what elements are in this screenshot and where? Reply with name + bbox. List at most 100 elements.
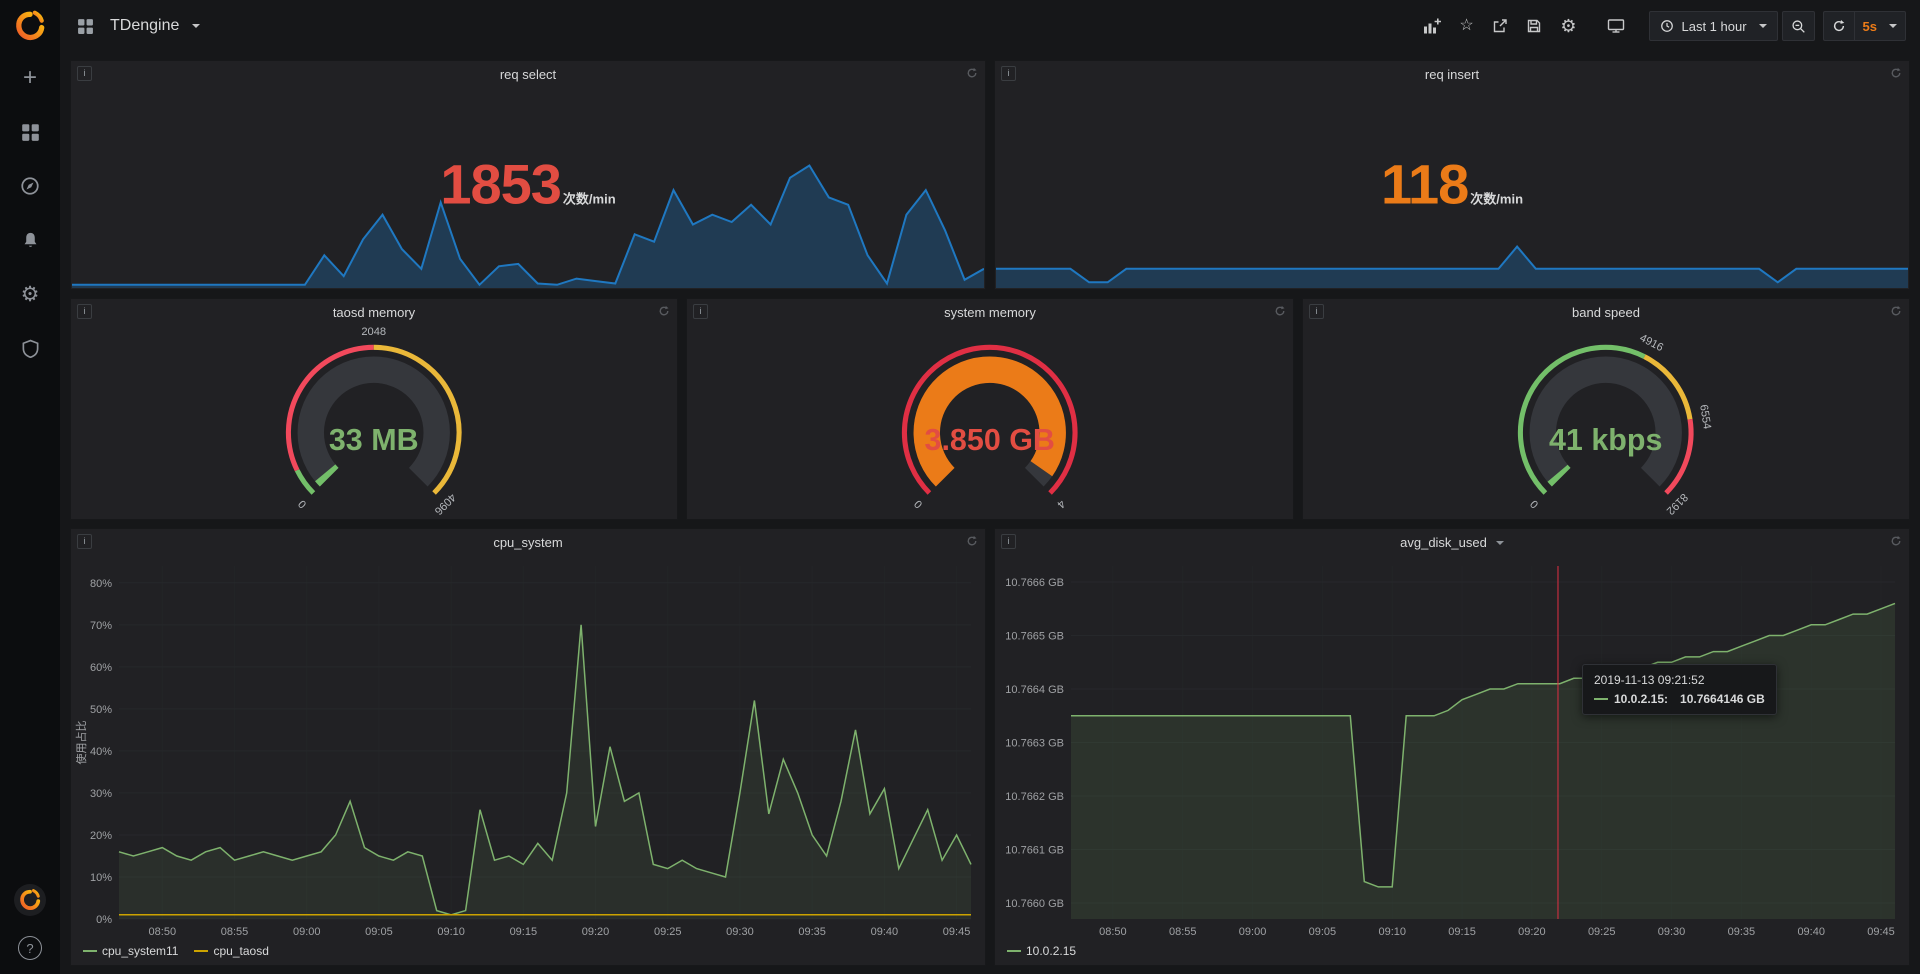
svg-text:33 MB: 33 MB	[329, 423, 419, 457]
svg-text:10.7666 GB: 10.7666 GB	[1005, 577, 1064, 589]
gauge: 049166554819241 kbps	[1303, 326, 1909, 519]
svg-text:10.7660 GB: 10.7660 GB	[1005, 898, 1064, 910]
panel-info-icon[interactable]: i	[693, 304, 708, 319]
panel-title-caret-icon	[1496, 541, 1504, 545]
navbar-actions: ☆ ⚙ Last 1 hour	[1417, 11, 1906, 41]
dashboard-picker-icon[interactable]	[70, 12, 100, 40]
svg-text:2048: 2048	[362, 326, 387, 338]
server-admin-shield-icon[interactable]	[18, 336, 42, 360]
zoom-out-button[interactable]	[1782, 11, 1815, 41]
sidebar-menu: + ⚙	[18, 66, 42, 360]
panel-info-icon[interactable]: i	[1001, 66, 1016, 81]
user-avatar[interactable]	[14, 884, 46, 916]
svg-text:09:15: 09:15	[1448, 926, 1476, 938]
svg-text:09:25: 09:25	[654, 926, 682, 938]
cycle-view-button[interactable]	[1601, 12, 1631, 40]
panel-title[interactable]: req insert	[995, 61, 1909, 88]
legend-swatch	[1007, 950, 1021, 952]
legend-swatch	[194, 950, 208, 952]
panel-info-icon[interactable]: i	[77, 66, 92, 81]
create-plus-icon[interactable]: +	[18, 66, 42, 90]
svg-text:10.7664 GB: 10.7664 GB	[1005, 684, 1064, 696]
svg-text:09:00: 09:00	[293, 926, 321, 938]
svg-text:60%: 60%	[90, 662, 112, 674]
time-range-label: Last 1 hour	[1681, 19, 1746, 34]
svg-text:3.850 GB: 3.850 GB	[925, 423, 1055, 457]
dashboard-settings-button[interactable]: ⚙	[1553, 12, 1583, 40]
sidebar: + ⚙	[0, 0, 60, 974]
legend-label: cpu_system11	[102, 944, 178, 958]
panel-title[interactable]: band speed	[1303, 299, 1909, 326]
gauge-body: 043.850 GB	[687, 326, 1293, 519]
panel-spinner-icon[interactable]	[1890, 535, 1902, 550]
chevron-down-icon	[1889, 24, 1897, 28]
svg-text:09:45: 09:45	[1867, 926, 1895, 938]
panel-spinner-icon[interactable]	[658, 305, 670, 320]
dashboards-icon[interactable]	[18, 120, 42, 144]
refresh-interval-label: 5s	[1863, 19, 1877, 34]
panel-spinner-icon[interactable]	[1890, 305, 1902, 320]
panel-spinner-icon[interactable]	[966, 535, 978, 550]
svg-text:09:30: 09:30	[1658, 926, 1686, 938]
svg-text:50%: 50%	[90, 704, 112, 716]
panel-info-icon[interactable]: i	[1309, 304, 1324, 319]
sparkline	[72, 161, 984, 288]
panel-req-select: i req select 1853次数/min	[70, 60, 986, 290]
sidebar-bottom: ?	[14, 884, 46, 960]
svg-text:08:55: 08:55	[221, 926, 249, 938]
svg-text:30%: 30%	[90, 788, 112, 800]
singlestat-body: 1853次数/min	[71, 88, 985, 289]
panel-title[interactable]: avg_disk_used	[995, 529, 1909, 556]
refresh-button[interactable]	[1823, 11, 1854, 41]
panel-title[interactable]: taosd memory	[71, 299, 677, 326]
refresh-interval-button[interactable]: 5s	[1854, 11, 1906, 41]
panel-taosd-memory: i taosd memory 02048409633 MB	[70, 298, 678, 520]
panel-title[interactable]: cpu_system	[71, 529, 985, 556]
panel-spinner-icon[interactable]	[1890, 67, 1902, 82]
svg-text:40%: 40%	[90, 746, 112, 758]
legend-label: cpu_taosd	[213, 944, 268, 958]
panel-info-icon[interactable]: i	[1001, 534, 1016, 549]
svg-text:09:35: 09:35	[1728, 926, 1756, 938]
grafana-logo-icon	[13, 9, 47, 43]
dashboard-title-text: TDengine	[110, 17, 179, 35]
panel-spinner-icon[interactable]	[966, 67, 978, 82]
svg-text:09:20: 09:20	[1518, 926, 1546, 938]
svg-text:09:05: 09:05	[365, 926, 393, 938]
panel-info-icon[interactable]: i	[77, 534, 92, 549]
add-panel-button[interactable]	[1417, 12, 1447, 40]
dashboard-row-1: i req select 1853次数/min i	[70, 60, 1910, 290]
svg-text:0: 0	[296, 497, 309, 510]
svg-text:10%: 10%	[90, 872, 112, 884]
panel-info-icon[interactable]: i	[77, 304, 92, 319]
svg-text:80%: 80%	[90, 578, 112, 590]
svg-text:09:00: 09:00	[1239, 926, 1267, 938]
legend-item[interactable]: 10.0.2.15	[1007, 944, 1076, 958]
dashboard-grid: i req select 1853次数/min i	[60, 52, 1920, 974]
panel-title[interactable]: req select	[71, 61, 985, 88]
panel-title[interactable]: system memory	[687, 299, 1293, 326]
legend-item[interactable]: cpu_taosd	[194, 944, 268, 958]
time-series-chart: 08:5008:5509:0009:0509:1009:1509:2009:25…	[71, 556, 985, 941]
dashboard-row-3: i cpu_system 08:5008:5509:0009:0509:1009…	[70, 528, 1910, 966]
star-button[interactable]: ☆	[1451, 12, 1481, 40]
help-icon[interactable]: ?	[18, 936, 42, 960]
main-area: TDengine ☆ ⚙	[60, 0, 1920, 974]
legend-item[interactable]: cpu_system11	[83, 944, 178, 958]
svg-text:08:55: 08:55	[1169, 926, 1197, 938]
svg-text:10.7662 GB: 10.7662 GB	[1005, 791, 1064, 803]
share-button[interactable]	[1485, 12, 1515, 40]
explore-compass-icon[interactable]	[18, 174, 42, 198]
svg-text:41 kbps: 41 kbps	[1549, 423, 1662, 457]
dashboard-title[interactable]: TDengine	[110, 17, 200, 35]
grafana-app: + ⚙	[0, 0, 1920, 974]
svg-text:09:25: 09:25	[1588, 926, 1616, 938]
svg-text:08:50: 08:50	[1099, 926, 1127, 938]
alerting-bell-icon[interactable]	[18, 228, 42, 252]
panel-spinner-icon[interactable]	[1274, 305, 1286, 320]
grafana-logo[interactable]	[13, 9, 47, 46]
configuration-gear-icon[interactable]: ⚙	[18, 282, 42, 306]
save-button[interactable]	[1519, 12, 1549, 40]
time-range-picker[interactable]: Last 1 hour	[1649, 11, 1777, 41]
gauge-body: 02048409633 MB	[71, 326, 677, 519]
